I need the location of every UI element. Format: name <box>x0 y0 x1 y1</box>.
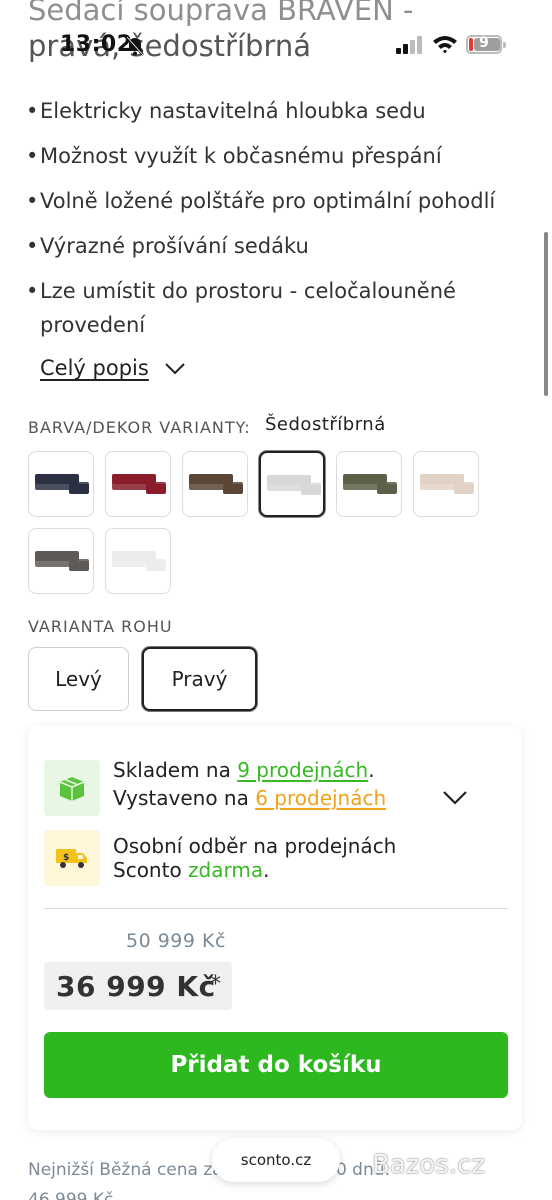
watermark-logo: Bazos.cz <box>372 1150 486 1180</box>
sofa-icon <box>35 474 89 494</box>
display-prefix: Vystaveno na <box>113 786 256 810</box>
product-title-line1: Sedací souprava BRAVEN - <box>28 0 414 27</box>
corner-label: VARIANTA ROHU <box>28 617 173 636</box>
stock-availability: Skladem na 9 prodejnách. <box>113 758 375 782</box>
sofa-icon <box>420 474 474 494</box>
sofa-icon <box>343 474 397 494</box>
sofa-chaise <box>301 485 321 495</box>
corner-option-left[interactable]: Levý <box>28 647 129 711</box>
pickup-prefix: Sconto <box>113 858 189 882</box>
variant-selected-name: Šedostříbrná <box>265 414 386 435</box>
status-time: 13:02 <box>60 32 133 57</box>
color-swatch[interactable] <box>28 528 94 594</box>
price-asterisk: * <box>210 972 221 997</box>
svg-text:$: $ <box>63 853 69 863</box>
sofa-chaise <box>223 484 243 494</box>
sofa-chaise <box>377 484 397 494</box>
sofa-icon <box>112 474 166 494</box>
feature-item: Lze umístit do prostoru - celočalouněné … <box>26 274 536 342</box>
feature-item: Výrazné prošívání sedáku <box>26 229 536 263</box>
display-stores-link[interactable]: 6 prodejnách <box>255 786 386 810</box>
display-availability: Vystaveno na 6 prodejnách <box>113 786 386 810</box>
stock-prefix: Skladem na <box>113 758 238 782</box>
chevron-down-icon[interactable] <box>442 790 468 806</box>
current-price-box: 36 999 Kč * <box>44 962 232 1010</box>
color-swatch[interactable] <box>105 451 171 517</box>
feature-item: Volně ložené polštáře pro optimální poho… <box>26 184 536 218</box>
scrollbar[interactable] <box>544 232 548 396</box>
feature-item: Elektricky nastavitelná hloubka sedu <box>26 94 536 128</box>
battery-icon: 9 <box>466 35 506 54</box>
pickup-suffix: . <box>263 858 270 882</box>
feature-item: Možnost využít k občasnému přespání <box>26 139 536 173</box>
old-price: 50 999 Kč <box>126 930 226 952</box>
sofa-chaise <box>454 484 474 494</box>
bell-off-icon <box>126 36 144 56</box>
status-bar: 13:02 9 <box>0 30 552 62</box>
sofa-icon <box>267 475 321 495</box>
sofa-chaise <box>146 561 166 571</box>
browser-url-pill[interactable]: sconto.cz <box>212 1138 340 1182</box>
delivery-truck-icon: $ <box>44 830 100 886</box>
sofa-icon <box>35 551 89 571</box>
corner-option-right[interactable]: Pravý <box>142 647 257 711</box>
sofa-icon <box>189 474 243 494</box>
sofa-icon <box>112 551 166 571</box>
feature-list: Elektricky nastavitelná hloubka sedu Mož… <box>26 94 536 353</box>
signal-icon <box>396 36 422 54</box>
current-price: 36 999 Kč <box>56 970 216 1003</box>
pickup-line1: Osobní odběr na prodejnách <box>113 834 397 858</box>
sofa-chaise <box>69 484 89 494</box>
sofa-chaise <box>69 561 89 571</box>
purchase-card: Skladem na 9 prodejnách. Vystaveno na 6 … <box>28 726 522 1130</box>
lowest-price-value: 46 999 Kč <box>28 1190 114 1200</box>
pickup-free: zdarma <box>188 858 264 882</box>
stock-suffix: . <box>368 758 375 782</box>
add-to-cart-button[interactable]: Přidat do košíku <box>44 1032 508 1098</box>
color-swatch[interactable] <box>259 451 325 517</box>
stock-stores-link[interactable]: 9 prodejnách <box>237 758 368 782</box>
divider <box>44 908 508 909</box>
stock-box-icon <box>44 760 100 816</box>
wifi-icon <box>433 36 457 54</box>
color-swatch[interactable] <box>413 451 479 517</box>
pickup-line2: Sconto zdarma. <box>113 858 269 882</box>
chevron-down-icon[interactable] <box>164 362 186 376</box>
color-swatch[interactable] <box>336 451 402 517</box>
variant-label: BARVA/DEKOR VARIANTY: <box>28 418 251 437</box>
sofa-chaise <box>146 484 166 494</box>
color-swatch[interactable] <box>28 451 94 517</box>
full-description-link[interactable]: Celý popis <box>40 356 149 380</box>
battery-level: 9 <box>479 35 489 51</box>
color-swatch[interactable] <box>182 451 248 517</box>
color-swatch[interactable] <box>105 528 171 594</box>
